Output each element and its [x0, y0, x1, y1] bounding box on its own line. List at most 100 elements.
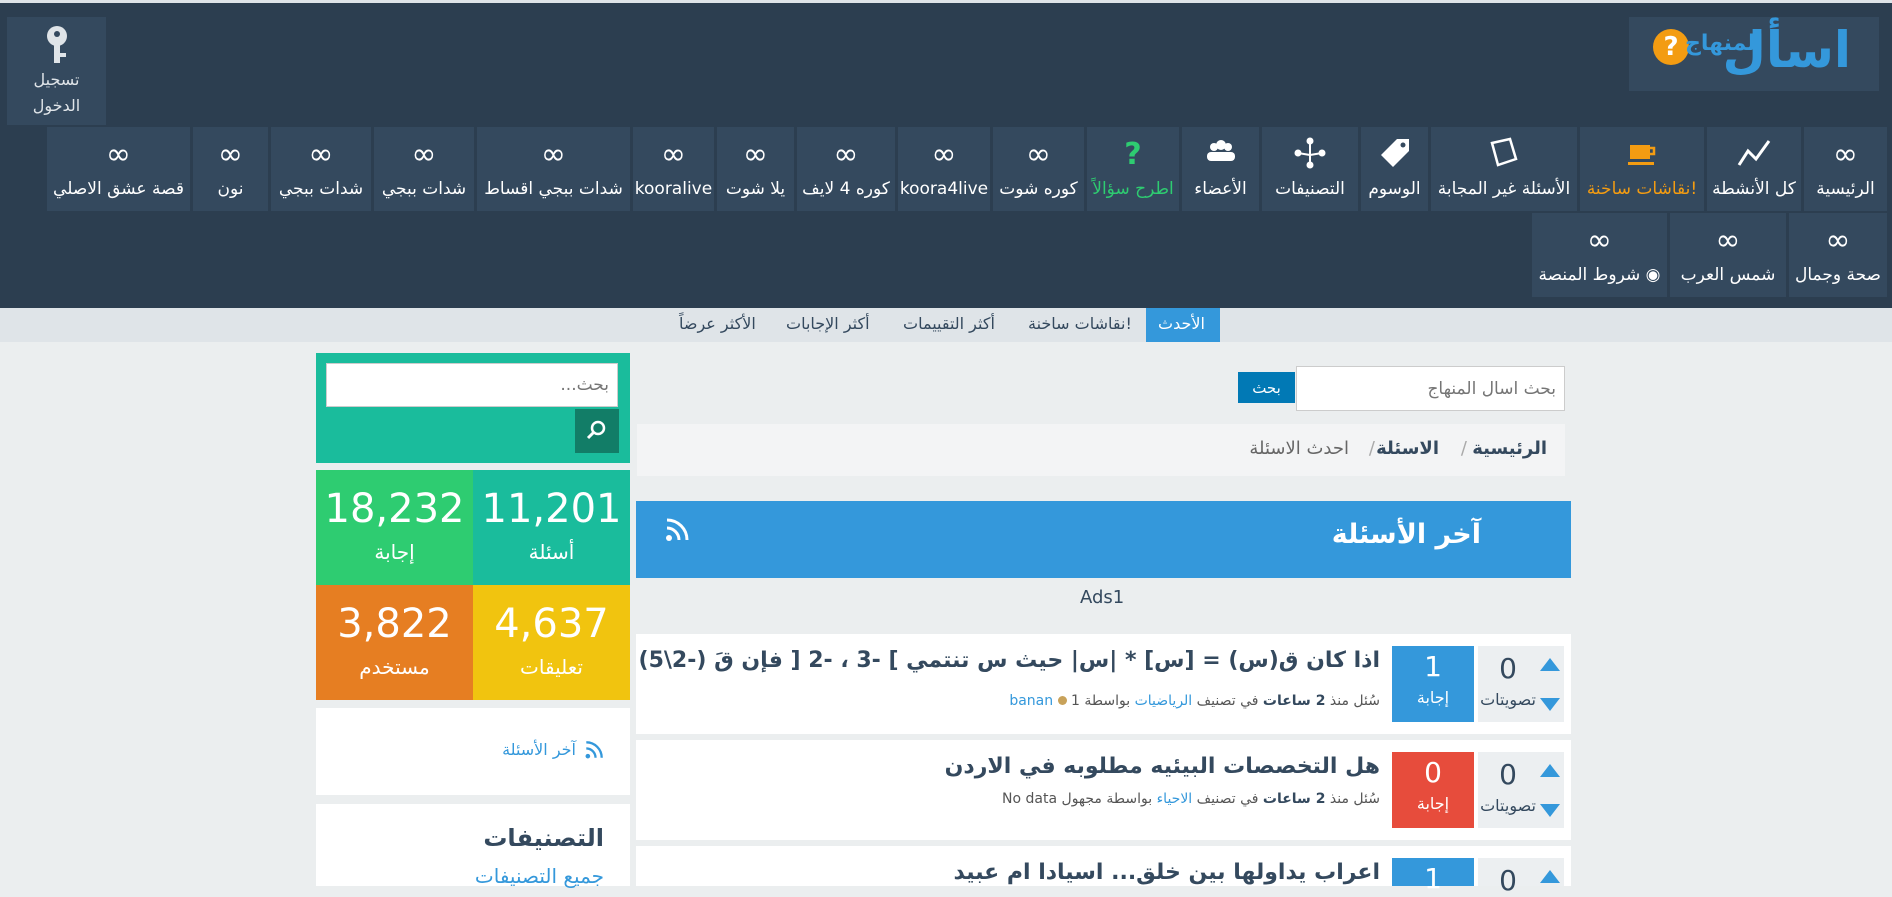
- sidebar-search-button[interactable]: [575, 409, 619, 453]
- nav-item-label: كل الأنشطة: [1712, 179, 1796, 199]
- nav-item-link[interactable]: ∞ يلا شوت: [717, 127, 794, 211]
- vote-count: 0: [1499, 758, 1517, 791]
- all-categories-link[interactable]: جميع التصنيفات: [475, 864, 604, 888]
- stat-value: 11,201: [481, 486, 622, 532]
- nav-item-unanswered[interactable]: الأسئلة غير المجابة: [1431, 127, 1577, 211]
- question-title[interactable]: اعراب يداولها بين خلق... اسيادا ام عبيد: [954, 860, 1380, 885]
- answer-count-box[interactable]: 1: [1392, 858, 1474, 895]
- categories-title: التصنيفات: [483, 824, 604, 852]
- nav-item-link[interactable]: ∞ شروط المنصة ◉: [1532, 213, 1667, 297]
- nav-item-link[interactable]: ∞ قصة عشق الاصلي: [47, 127, 190, 211]
- nav-item-hot[interactable]: نقاشات ساخنة!: [1580, 127, 1704, 211]
- nav-item-link[interactable]: ∞ نون: [193, 127, 268, 211]
- vote-down-arrow-icon[interactable]: [1540, 698, 1560, 711]
- breadcrumb: الرئيسية / الاسئلة / احدث الاسئلة: [637, 424, 1565, 476]
- nav-item-label: اطرح سؤالاً: [1092, 179, 1174, 199]
- meta-prefix: سُئل منذ: [1329, 791, 1380, 807]
- nav-item-label: شمس العرب: [1680, 265, 1776, 285]
- sidebar-search: [316, 353, 630, 463]
- stat-label: تعليقات: [520, 655, 583, 679]
- nav-item-label: الوسوم: [1368, 179, 1421, 199]
- nav-item-users[interactable]: الأعضاء: [1182, 127, 1259, 211]
- nav-item-label: شدات ببجي اقساط: [484, 179, 623, 199]
- site-header: ? المنهاج اسأل تسجيل الدخول ∞ الرئيسية ك…: [0, 0, 1892, 308]
- vote-up-arrow-icon[interactable]: [1540, 764, 1560, 777]
- stat-label: أسئلة: [528, 540, 575, 564]
- stat-value: 4,637: [494, 601, 609, 647]
- breadcrumb-home[interactable]: الرئيسية: [1472, 438, 1547, 459]
- search-icon: [585, 420, 609, 445]
- sidebar-search-input[interactable]: [326, 363, 618, 407]
- nav-item-label: قصة عشق الاصلي: [53, 179, 184, 199]
- answer-count-box[interactable]: 0 إجابة: [1392, 752, 1474, 828]
- sidebar-feed-link[interactable]: آخر الأسئلة: [316, 708, 630, 795]
- vote-up-arrow-icon[interactable]: [1540, 658, 1560, 671]
- nav-item-link[interactable]: ∞ شمس العرب: [1670, 213, 1786, 297]
- meta-in: في تصنيف: [1196, 791, 1259, 807]
- questions-header: آخر الأسئلة: [636, 501, 1571, 578]
- vote-label: تصويتات: [1480, 690, 1536, 709]
- infinity-icon: ∞: [541, 137, 566, 172]
- nav-item-link[interactable]: ∞ شدات ببجي اقساط: [477, 127, 630, 211]
- nav-item-link[interactable]: ∞ كوره شوت: [993, 127, 1084, 211]
- vote-box: 0 تصويتات: [1478, 752, 1564, 828]
- question-title[interactable]: هل التخصصات البيئيه مطلوبه في الاردن: [945, 754, 1380, 779]
- nav-item-label: نقاشات ساخنة!: [1586, 179, 1698, 199]
- nav-item-label: نون: [217, 179, 244, 199]
- meta-in: في تصنيف: [1196, 693, 1259, 709]
- question-category[interactable]: الاحياء: [1157, 791, 1193, 807]
- vote-up-arrow-icon[interactable]: [1540, 870, 1560, 883]
- nav-item-label: koora4live: [899, 179, 989, 199]
- nav-item-link[interactable]: ∞ صحة وجمال: [1789, 213, 1887, 297]
- question-user: مجهول: [1061, 791, 1102, 807]
- answer-count-box[interactable]: 1 إجابة: [1392, 646, 1474, 722]
- infinity-icon: ∞: [833, 137, 859, 172]
- nav-item-label: الأسئلة غير المجابة: [1437, 179, 1571, 199]
- nav-item-tags[interactable]: الوسوم: [1361, 127, 1428, 211]
- question-title[interactable]: اذا كان ق(س) = [س] * |س| حيث س تنتمي ] -…: [587, 648, 1380, 673]
- coffee-icon: [1580, 135, 1704, 179]
- vote-down-arrow-icon[interactable]: [1540, 804, 1560, 817]
- nav-item-activity[interactable]: كل الأنشطة: [1707, 127, 1801, 211]
- nav-item-label: الرئيسية: [1816, 179, 1875, 199]
- stat-label: مستخدم: [359, 655, 430, 679]
- question-user[interactable]: banan: [1009, 693, 1053, 709]
- breadcrumb-questions[interactable]: الاسئلة: [1376, 438, 1439, 459]
- stat-comments: 4,637 تعليقات: [473, 585, 630, 700]
- nav-item-home[interactable]: ∞ الرئيسية: [1804, 127, 1887, 211]
- search-button[interactable]: بحث: [1238, 372, 1295, 403]
- infinity-icon: ∞: [661, 137, 686, 172]
- user-points: No data: [1002, 791, 1058, 807]
- tab-hot[interactable]: نقاشات ساخنة!: [1016, 308, 1140, 342]
- nav-item-link[interactable]: ∞ كوره 4 لايف: [797, 127, 895, 211]
- search-input[interactable]: [1296, 366, 1565, 411]
- tab-most-answers[interactable]: أكثر الإجابات: [774, 308, 885, 342]
- nav-item-link[interactable]: ∞ شدات ببجي: [374, 127, 474, 211]
- nav-item-link[interactable]: ∞ kooralive: [633, 127, 714, 211]
- tab-newest[interactable]: الأحدث: [1146, 308, 1220, 342]
- question-category[interactable]: الرياضيات: [1135, 693, 1193, 709]
- sidebar-feed-label: آخر الأسئلة: [502, 740, 576, 759]
- site-logo[interactable]: ? المنهاج اسأل: [1629, 17, 1879, 91]
- nav-item-ask[interactable]: ? اطرح سؤالاً: [1087, 127, 1179, 211]
- sort-tabs: الأحدث نقاشات ساخنة! أكثر التقييمات أكثر…: [0, 308, 1892, 342]
- nav-item-label: kooralive: [634, 179, 713, 199]
- categories-icon: [1262, 135, 1358, 179]
- users-icon: [1182, 135, 1259, 179]
- nav-item-label: شروط المنصة ◉: [1538, 265, 1661, 285]
- answer-count: 1: [1424, 650, 1442, 683]
- nav-item-label: شدات ببجي: [278, 179, 364, 199]
- infinity-icon: ∞: [411, 137, 437, 172]
- tab-most-votes[interactable]: أكثر التقييمات: [891, 308, 1010, 342]
- nav-item-link[interactable]: ∞ شدات ببجي: [271, 127, 371, 211]
- rss-icon[interactable]: [664, 517, 690, 547]
- nav-item-label: صحة وجمال: [1794, 265, 1881, 285]
- login-button[interactable]: تسجيل الدخول: [7, 17, 106, 125]
- meta-prefix: سُئل منذ: [1329, 693, 1380, 709]
- tab-most-views[interactable]: الأكثر عرضاً: [667, 308, 768, 342]
- login-label-2: الدخول: [32, 96, 81, 115]
- question-meta: سُئل منذ 2 ساعات في تصنيف الاحياء بواسطة…: [1002, 791, 1380, 807]
- stat-value: 3,822: [337, 601, 452, 647]
- nav-item-link[interactable]: ∞ koora4live: [898, 127, 990, 211]
- nav-item-categories[interactable]: التصنيفات: [1262, 127, 1358, 211]
